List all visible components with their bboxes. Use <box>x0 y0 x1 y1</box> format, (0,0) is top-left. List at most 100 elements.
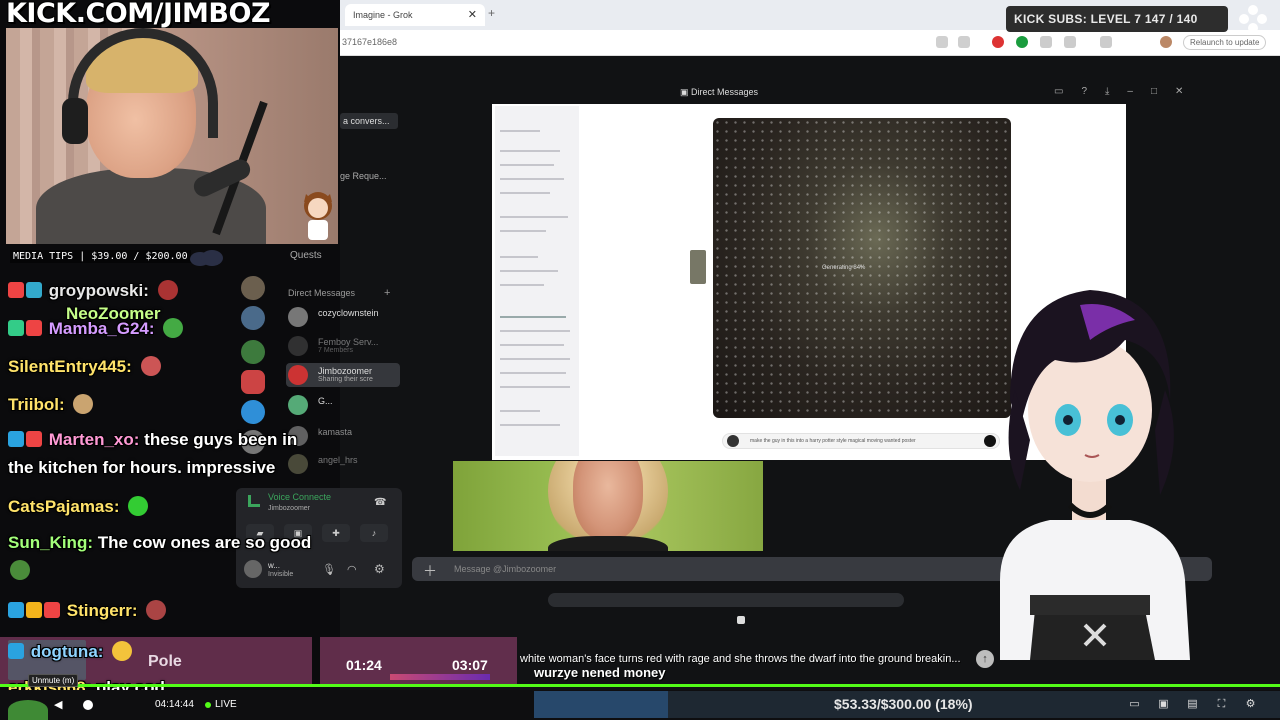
chat-message: dogtuna: <box>8 641 133 662</box>
new-tab-icon[interactable]: + <box>488 6 495 20</box>
browser-tab[interactable]: Imagine - Grok ✕ <box>345 4 485 26</box>
list-item <box>500 164 554 166</box>
list-item <box>500 410 540 412</box>
close-icon[interactable]: ✕ <box>468 8 477 21</box>
star-icon[interactable] <box>958 36 970 48</box>
sidepanel-icon[interactable] <box>1100 36 1112 48</box>
list-item <box>500 178 564 180</box>
address-bar[interactable] <box>340 30 1280 56</box>
badge-icon <box>26 320 42 336</box>
pepe-emote-icon <box>10 560 30 580</box>
live-dot-icon <box>205 702 211 708</box>
chat-message: Triibol: <box>8 394 94 415</box>
gear-icon[interactable]: ⚙ <box>1244 698 1257 710</box>
tts-author: wurzye nened money <box>534 665 666 680</box>
media-tips-goal: MEDIA TIPS | $39.00 / $200.00 <box>10 250 191 263</box>
list-item <box>500 372 566 374</box>
badge-icon <box>44 602 60 618</box>
clip-icon[interactable]: ▣ <box>1157 698 1170 710</box>
theater-mode-icon[interactable]: ▭ <box>1128 698 1141 710</box>
thumbnail-icon <box>690 250 706 284</box>
emote-icon <box>146 600 167 620</box>
emote-icon <box>140 356 161 376</box>
emote-icon <box>157 280 178 300</box>
list-item <box>500 230 546 232</box>
guest-webcam <box>453 461 763 551</box>
attach-icon[interactable]: ＋ <box>423 561 437 581</box>
browser-tab-title: Imagine - Grok <box>353 10 413 20</box>
extension-icon[interactable] <box>1040 36 1052 48</box>
extension-icon[interactable] <box>992 36 1004 48</box>
list-item <box>500 150 560 152</box>
timer-progress-bar <box>390 674 490 680</box>
gear-icon[interactable]: ⚙ <box>374 562 385 576</box>
add-dm-icon[interactable]: + <box>384 287 390 299</box>
chibi-sticker <box>304 192 332 240</box>
chat-message: the kitchen for hours. impressive <box>8 458 276 477</box>
list-item <box>500 270 558 272</box>
list-item <box>500 256 538 258</box>
address-text: 37167e186e8 <box>342 37 398 47</box>
stream-progress-fill <box>0 684 1280 687</box>
timer-elapsed: 01:24 <box>346 657 382 673</box>
donation-goal-fill <box>534 691 669 718</box>
list-item <box>500 130 540 132</box>
extension-icon[interactable] <box>1016 36 1028 48</box>
avatar <box>727 435 739 447</box>
badge-icon <box>26 431 42 447</box>
discord-icon: ▣ <box>680 87 692 97</box>
window-controls[interactable]: ▭?⤓–□✕ <box>1054 86 1201 97</box>
scroll-bar[interactable] <box>548 593 904 607</box>
relaunch-button[interactable]: Relaunch to update <box>1183 35 1267 50</box>
message-requests-item[interactable]: ge Reque... <box>340 171 387 181</box>
list-item <box>500 330 570 332</box>
emote-icon <box>163 318 184 338</box>
emote-icon <box>112 641 133 661</box>
chat-message: CatsPajamas: <box>8 496 149 517</box>
chat-message: SilentEntry445: <box>8 356 161 377</box>
quests-item[interactable]: Quests <box>290 250 322 261</box>
list-item <box>500 358 570 360</box>
list-item <box>500 424 560 426</box>
stream-time: 04:14:44 <box>155 699 194 710</box>
badge-icon <box>8 643 24 659</box>
list-item <box>500 216 568 218</box>
timer-total: 03:07 <box>452 657 488 673</box>
list-item <box>500 284 544 286</box>
list-item <box>500 316 566 318</box>
generation-status: Generating 84% <box>822 265 866 271</box>
volume-slider-handle[interactable] <box>83 700 93 710</box>
badge-icon <box>8 602 24 618</box>
emote-icon <box>128 496 149 516</box>
volume-icon[interactable]: ◀ <box>54 698 62 711</box>
window-title: ▣ Direct Messages <box>680 87 759 97</box>
shared-screen-sidebar <box>495 106 579 456</box>
poll-label: Pole <box>148 653 182 670</box>
tts-message: white woman's face turns red with rage a… <box>520 653 961 665</box>
unmute-tooltip: Unmute (m) <box>28 674 79 687</box>
soundboard-button[interactable]: ♪ <box>360 524 388 542</box>
pepe-emote-icon <box>8 700 48 720</box>
badge-icon <box>8 320 24 336</box>
guest-face <box>573 461 643 541</box>
list-item <box>500 192 550 194</box>
vtuber-avatar <box>1000 290 1190 660</box>
find-conversation-input[interactable]: a convers... <box>340 113 398 129</box>
fullscreen-icon[interactable]: ⛶ <box>1215 698 1228 710</box>
profile-avatar[interactable] <box>1160 36 1172 48</box>
chat-message: groypowski: <box>8 280 178 301</box>
subs-goal: KICK SUBS: LEVEL 7 147 / 140 <box>1006 6 1228 32</box>
channel-url: KICK.COM/JIMBOZ <box>6 0 271 29</box>
pip-icon[interactable]: ▤ <box>1186 698 1199 710</box>
kick-logo-icon <box>1239 5 1267 33</box>
badge-icon <box>8 282 24 298</box>
chat-message: Mamba_G24: <box>8 318 184 339</box>
disconnect-icon[interactable]: ☎ <box>374 497 386 508</box>
guest-shirt <box>548 536 668 551</box>
live-label[interactable]: LIVE <box>215 699 237 710</box>
cast-icon[interactable] <box>936 36 948 48</box>
badge-icon <box>26 282 42 298</box>
chat-message: Marten_xo: these guys been in <box>8 430 297 450</box>
list-item <box>500 386 570 388</box>
extensions-icon[interactable] <box>1064 36 1076 48</box>
